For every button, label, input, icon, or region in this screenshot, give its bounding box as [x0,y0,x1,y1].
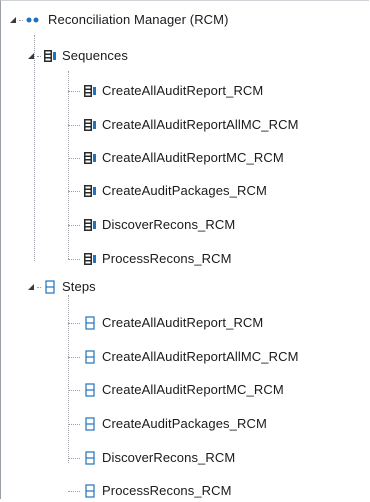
tree-leaf-sequence[interactable]: CreateAllAuditReportMC_RCM [83,147,284,169]
tree-leaf-sequence[interactable]: CreateAuditPackages_RCM [83,180,267,202]
sequence-icon [83,184,97,198]
tree-connector [68,259,80,260]
tree-connector [68,491,80,492]
tree-node-label: CreateAllAuditReportAllMC_RCM [102,349,299,364]
tree-node-label: CreateAuditPackages_RCM [102,183,267,198]
step-icon [83,383,97,397]
tree-panel: Reconciliation Manager (RCM) Sequences C… [0,0,369,499]
tree-connector [68,390,80,391]
tree-node-label: Reconciliation Manager (RCM) [48,12,229,27]
tree-node-label: CreateAllAuditReportMC_RCM [102,150,284,165]
tree-leaf-step[interactable]: CreateAllAuditReportMC_RCM [83,379,284,401]
tree-leaf-step[interactable]: CreateAuditPackages_RCM [83,413,267,435]
collapse-triangle-icon[interactable] [27,283,35,291]
tree-node-label: CreateAllAuditReportAllMC_RCM [102,117,299,132]
tree-leaf-sequence[interactable]: DiscoverRecons_RCM [83,214,235,236]
tree-node-sequences[interactable]: Sequences [27,45,128,67]
sequence-icon [83,118,97,132]
tree-connector [34,35,35,261]
tree-connector [68,424,80,425]
tree-leaf-sequence[interactable]: CreateAllAuditReportAllMC_RCM [83,114,299,136]
tree-connector [68,225,80,226]
tree-connector [68,125,80,126]
tree-node-label: CreateAllAuditReport_RCM [102,83,264,98]
tree-node-label: CreateAllAuditReportMC_RCM [102,382,284,397]
tree-node-label: CreateAuditPackages_RCM [102,416,267,431]
tree-node-label: Sequences [62,48,128,63]
tree-leaf-step[interactable]: ProcessRecons_RCM [83,480,232,502]
step-icon [83,316,97,330]
tree-view[interactable]: Reconciliation Manager (RCM) Sequences C… [1,1,369,499]
tree-connector [68,91,80,92]
step-icon [83,350,97,364]
tree-connector [68,295,69,463]
tree-leaf-step[interactable]: CreateAllAuditReport_RCM [83,312,263,334]
tree-leaf-sequence[interactable]: CreateAllAuditReport_RCM [83,80,263,102]
tree-connector [68,357,80,358]
tree-node-root[interactable]: Reconciliation Manager (RCM) [9,9,229,31]
tree-leaf-step[interactable]: DiscoverRecons_RCM [83,447,235,469]
collapse-triangle-icon[interactable] [27,52,35,60]
tree-node-label: CreateAllAuditReport_RCM [102,315,264,330]
tree-node-label: ProcessRecons_RCM [102,483,232,498]
sequence-icon [83,84,97,98]
step-icon [83,451,97,465]
sequence-icon [83,151,97,165]
tree-leaf-sequence[interactable]: ProcessRecons_RCM [83,248,232,270]
step-icon [83,417,97,431]
tree-connector [68,71,69,259]
sequence-icon [83,218,97,232]
step-icon [43,280,57,294]
step-icon [83,484,97,498]
collapse-triangle-icon[interactable] [9,16,17,24]
tree-connector [68,158,80,159]
tree-node-label: DiscoverRecons_RCM [102,217,236,232]
tree-connector [68,191,80,192]
sequence-icon [83,252,97,266]
tree-connector [68,323,80,324]
service-dots-icon [25,13,43,27]
tree-node-label: ProcessRecons_RCM [102,251,232,266]
tree-connector [68,458,80,459]
tree-node-steps[interactable]: Steps [27,276,96,298]
tree-node-label: Steps [62,279,96,294]
sequence-icon [43,49,57,63]
tree-node-label: DiscoverRecons_RCM [102,450,236,465]
tree-leaf-step[interactable]: CreateAllAuditReportAllMC_RCM [83,346,299,368]
